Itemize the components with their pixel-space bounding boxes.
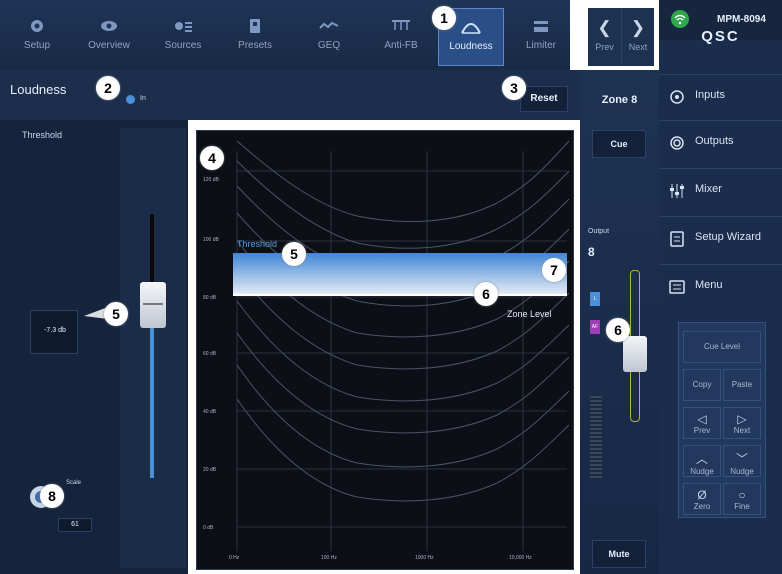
chevron-down-icon: ﹀	[735, 452, 748, 466]
paste-button[interactable]: Paste	[723, 369, 761, 401]
prev-button[interactable]: ❮ Prev	[588, 8, 621, 66]
top-nav: Setup Overview Sources Presets GEQ Anti-…	[0, 0, 570, 70]
sources-icon	[175, 22, 192, 32]
outputs-icon	[670, 136, 684, 150]
level-meter	[590, 396, 602, 480]
chevron-right-icon: ❯	[630, 18, 646, 37]
tab-setup[interactable]: Setup	[4, 8, 70, 66]
loudness-graph: 120 dB 100 dB 80 dB 60 dB 40 dB 20 dB 0 …	[196, 130, 574, 570]
threshold-value: -7.3 db	[44, 327, 66, 334]
menu-icon	[669, 280, 685, 294]
tab-presets[interactable]: Presets	[222, 8, 288, 66]
sidebar-item-outputs[interactable]: Outputs	[659, 120, 782, 164]
limiter-icon	[534, 21, 548, 32]
gear-icon	[31, 20, 43, 32]
geq-icon	[319, 21, 339, 29]
loudness-curves	[233, 140, 570, 551]
tab-antifb[interactable]: Anti-FB	[368, 8, 434, 66]
keypad-next-button[interactable]: ▷ Next	[723, 407, 761, 439]
inputs-icon	[670, 90, 684, 104]
tab-overview[interactable]: Overview	[76, 8, 142, 66]
x-tick: 0 Hz	[229, 555, 240, 561]
zero-button[interactable]: Ø Zero	[683, 483, 721, 515]
scale-value: 61	[58, 518, 92, 532]
tab-geq[interactable]: GEQ	[296, 8, 362, 66]
callout-8: 8	[40, 484, 64, 508]
y-tick: 120 dB	[203, 177, 219, 183]
x-tick: 10,000 Hz	[509, 555, 532, 561]
sidebar-item-mixer[interactable]: Mixer	[659, 168, 782, 212]
threshold-fader[interactable]	[120, 128, 186, 568]
nudge-down-button[interactable]: ﹀ Nudge	[723, 445, 761, 477]
callout-1: 1	[432, 6, 456, 30]
keypad: Cue Level Copy Paste ◁ Prev ▷ Next ︿ Nudge …	[678, 322, 766, 518]
mute-button[interactable]: Mute	[592, 540, 646, 568]
callout-5-graph: 5	[282, 242, 306, 266]
y-tick: 80 dB	[203, 295, 217, 301]
threshold-label: Threshold	[22, 130, 63, 140]
in-toggle[interactable]	[126, 95, 135, 104]
zero-icon: Ø	[697, 488, 707, 502]
circle-icon: ○	[738, 488, 746, 502]
triangle-left-icon: ◁	[697, 412, 707, 426]
cue-level-button[interactable]: Cue Level	[683, 331, 761, 363]
y-tick: 0 dB	[203, 525, 214, 531]
y-tick: 60 dB	[203, 351, 217, 357]
zone-title: Zone 8	[601, 94, 638, 106]
antifb-icon	[392, 20, 410, 30]
y-tick: 100 dB	[203, 237, 219, 243]
callout-5-fader: 5	[104, 302, 128, 326]
callout-2: 2	[96, 76, 120, 100]
scale-label: Scale	[66, 480, 82, 486]
device-name: MPM-8094	[717, 14, 766, 25]
eye-icon	[101, 21, 117, 31]
nudge-up-button[interactable]: ︿ Nudge	[683, 445, 721, 477]
triangle-right-icon: ▷	[737, 412, 747, 426]
keypad-prev-button[interactable]: ◁ Prev	[683, 407, 721, 439]
chevron-up-icon: ︿	[695, 452, 708, 466]
copy-button[interactable]: Copy	[683, 369, 721, 401]
x-tick: 1000 Hz	[415, 555, 434, 561]
callout-6-graph: 6	[474, 282, 498, 306]
fader-handle[interactable]	[140, 282, 166, 328]
loudness-icon	[461, 23, 481, 34]
chevron-left-icon: ❮	[597, 18, 612, 37]
loudness-header: Loudness In Reset	[0, 70, 588, 120]
tab-sources[interactable]: Sources	[150, 8, 216, 66]
reset-button[interactable]: Reset	[520, 86, 568, 112]
prev-next-nav: ❮ Prev ❯ Next	[588, 8, 654, 66]
sidebar-item-setup-wizard[interactable]: Setup Wizard	[659, 216, 782, 260]
mixer-icon	[670, 184, 684, 198]
output-fader-handle[interactable]	[623, 336, 647, 372]
callout-4: 4	[200, 146, 224, 170]
callout-7: 7	[542, 258, 566, 282]
callout-3: 3	[502, 76, 526, 100]
sidebar-item-menu[interactable]: Menu	[659, 264, 782, 308]
y-tick: 20 dB	[203, 467, 217, 473]
output-label: Output	[588, 228, 610, 235]
wifi-icon	[671, 10, 689, 28]
next-button[interactable]: ❯ Next	[621, 8, 654, 66]
threshold-value-box[interactable]: -7.3 db	[30, 310, 78, 354]
zone-level-label: Zone Level	[507, 309, 552, 319]
wizard-icon	[670, 231, 684, 247]
cue-button[interactable]: Cue	[592, 130, 646, 158]
fine-button[interactable]: ○ Fine	[723, 483, 761, 515]
tab-limiter[interactable]: Limiter	[508, 8, 574, 66]
output-number: 8	[588, 245, 595, 259]
sidebar-item-inputs[interactable]: Inputs	[659, 74, 782, 118]
threshold-graph-label: Threshold	[237, 239, 278, 249]
x-tick: 100 Hz	[321, 555, 337, 561]
y-tick: 40 dB	[203, 409, 217, 415]
page-title: Loudness	[10, 82, 67, 97]
callout-6-output: 6	[606, 318, 630, 342]
l-badge: L	[590, 292, 600, 306]
presets-icon	[250, 19, 260, 33]
in-label: In	[140, 95, 146, 102]
af-badge: AF	[590, 320, 600, 334]
